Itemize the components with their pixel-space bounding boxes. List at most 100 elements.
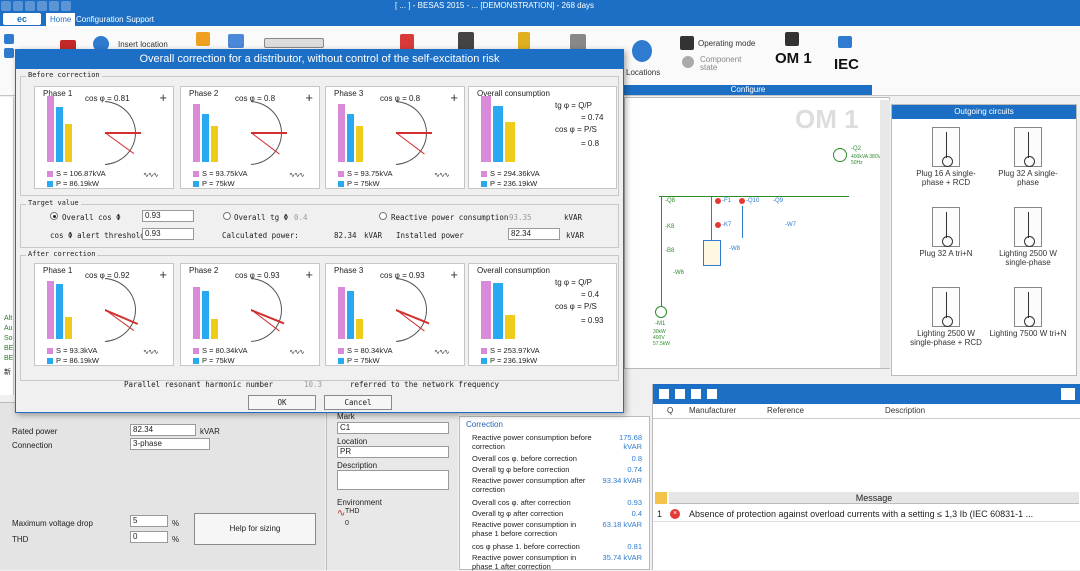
phase-title: Phase 3: [334, 89, 364, 98]
bar-chart-icon[interactable]: [518, 32, 530, 50]
error-marker-2-icon: [715, 222, 721, 228]
environment-thd-value: 0: [345, 520, 349, 527]
legend-swatch: [481, 181, 487, 188]
cut-icon[interactable]: [4, 34, 14, 44]
transformer-icon[interactable]: [833, 148, 847, 162]
correction-row-label: Reactive power consumption in phase 1 af…: [472, 553, 577, 571]
outgoing-item-lighting2500[interactable]: Lighting 2500 W single-phase: [988, 207, 1068, 267]
calculator-icon[interactable]: [458, 32, 474, 50]
correction-row-value: 0.4: [631, 509, 642, 518]
correction-row-value: 93.34 kVAR: [602, 476, 642, 485]
grid-tool-2-icon[interactable]: [675, 389, 685, 399]
column-manufacturer[interactable]: Manufacturer: [689, 406, 736, 415]
message-column-header[interactable]: Message: [669, 492, 1079, 504]
max-voltage-drop-field[interactable]: 5: [130, 515, 168, 527]
outgoing-item-plug32-tri[interactable]: Plug 32 A tri+N: [906, 207, 986, 258]
correction-row-label: Reactive power consumption before correc…: [472, 433, 592, 451]
outgoing-item-lighting2500-rcd[interactable]: Lighting 2500 W single-phase + RCD: [906, 287, 986, 347]
correction-row-value: 0.93: [627, 498, 642, 507]
capacitor-icon[interactable]: [703, 240, 721, 266]
menu-support[interactable]: Support: [122, 13, 158, 26]
folder-icon[interactable]: [196, 32, 210, 46]
configure-group-label: Configure: [624, 85, 872, 95]
grid-view-icon[interactable]: [1061, 388, 1075, 400]
overall-tg-value[interactable]: 0.4: [294, 213, 308, 222]
legend-p: P = 86.19kW: [47, 179, 99, 188]
canvas-scrollbar[interactable]: [880, 100, 890, 368]
reactive-power-radio[interactable]: [379, 212, 387, 220]
grid-tool-icon[interactable]: [659, 389, 669, 399]
grid-tool-4-icon[interactable]: [707, 389, 717, 399]
rated-power-field[interactable]: 82.34: [130, 424, 196, 436]
tg-formula: tg φ = Q/P: [555, 101, 592, 110]
grid-tool-3-icon[interactable]: [691, 389, 701, 399]
legend-p: P = 75kW: [338, 179, 380, 188]
legend-text: S = 80.34kVA: [202, 346, 248, 355]
component-state-button[interactable]: Component state: [700, 56, 741, 72]
menu-configuration[interactable]: Configuration: [72, 13, 128, 26]
bar-q: [211, 319, 218, 339]
standard-iec[interactable]: IEC: [834, 56, 859, 73]
alert-threshold-field[interactable]: 0.93: [142, 228, 194, 240]
connection-select[interactable]: 3-phase: [130, 438, 210, 450]
operating-mode-button[interactable]: Operating mode: [698, 39, 755, 48]
thd-field[interactable]: 0: [130, 531, 168, 543]
insert-location-button[interactable]: Insert location: [118, 40, 168, 49]
outgoing-item-lighting7500[interactable]: Lighting 7500 W tri+N: [988, 287, 1068, 338]
cancel-button[interactable]: Cancel: [324, 395, 392, 410]
operating-mode-value[interactable]: OM 1: [775, 50, 812, 67]
installed-power-select[interactable]: 82.34: [508, 228, 560, 240]
location-field[interactable]: PR: [337, 446, 449, 458]
motor-icon[interactable]: [655, 306, 667, 318]
window-title: [ ... ] - BESAS 2015 - ... [DEMONSTRATIO…: [395, 1, 595, 10]
plug-icon: [1014, 127, 1042, 167]
zoom-controls-icon[interactable]: [264, 38, 324, 48]
legend-swatch: [338, 171, 344, 178]
label-w8: -W8: [729, 246, 740, 252]
locations-button[interactable]: Locations: [626, 68, 660, 77]
quick-access-toolbar[interactable]: [0, 0, 90, 12]
legend-text: P = 75kW: [202, 179, 235, 188]
overall-cos-radio[interactable]: [50, 212, 58, 220]
om-clapper-icon[interactable]: [785, 32, 799, 46]
outgoing-item-plug16[interactable]: Plug 16 A single-phase + RCD: [906, 127, 986, 187]
message-row[interactable]: 1 × Absence of protection against overlo…: [653, 506, 1080, 522]
component-state-icon[interactable]: [682, 56, 694, 68]
locations-icon[interactable]: [632, 40, 652, 62]
dialog-title: Overall correction for a distributor, wi…: [16, 50, 623, 69]
correction-row: Reactive power consumption in phase 1 af…: [472, 553, 642, 571]
after-phase-3: Phase 3 cos φ = 0.93 + ∿∿∿ S = 80.34kVA …: [325, 263, 465, 366]
calculated-power-unit: kVAR: [364, 231, 383, 240]
text-icon[interactable]: [228, 34, 244, 48]
description-field[interactable]: [337, 470, 449, 490]
cos-line-before: [251, 132, 287, 134]
properties-panel: Rated power 82.34 kVAR Connection 3-phas…: [0, 402, 325, 570]
overall-cos-field[interactable]: 0.93: [142, 210, 194, 222]
help-for-sizing-button[interactable]: Help for sizing: [194, 513, 316, 545]
diagram-canvas[interactable]: OM 1 -Q8 -K8 -B8 -W6 -M1 30kW 400V 57.5k…: [624, 97, 890, 369]
outgoing-circuits-panel: Outgoing circuits Plug 16 A single-phase…: [891, 104, 1077, 376]
lamp-icon: [932, 287, 960, 327]
rated-power-label: Rated power: [12, 427, 58, 436]
mark-field[interactable]: C1: [337, 422, 449, 434]
tg-value: = 0.4: [581, 290, 600, 299]
left-label-3: So: [4, 335, 13, 342]
column-reference[interactable]: Reference: [767, 406, 804, 415]
bar-s: [481, 281, 491, 339]
overall-tg-radio[interactable]: [223, 212, 231, 220]
column-q[interactable]: Q: [667, 406, 673, 415]
outgoing-item-plug32[interactable]: Plug 32 A single-phase: [988, 127, 1068, 187]
legend-text: P = 236.19kW: [490, 179, 538, 188]
column-description[interactable]: Description: [885, 406, 925, 415]
cos-line-before: [396, 132, 432, 134]
copy-icon[interactable]: [4, 48, 14, 58]
ok-button[interactable]: OK: [248, 395, 316, 410]
app-logo[interactable]: ec: [3, 13, 41, 25]
menu-home[interactable]: Home: [46, 13, 76, 26]
clapper-icon[interactable]: [680, 36, 694, 50]
phase-angle-diagram: [396, 278, 456, 342]
globe-icon[interactable]: [838, 36, 852, 48]
bar-q: [211, 126, 218, 162]
warning-icon[interactable]: [570, 34, 586, 50]
reactive-power-value[interactable]: 93.35: [509, 213, 532, 222]
